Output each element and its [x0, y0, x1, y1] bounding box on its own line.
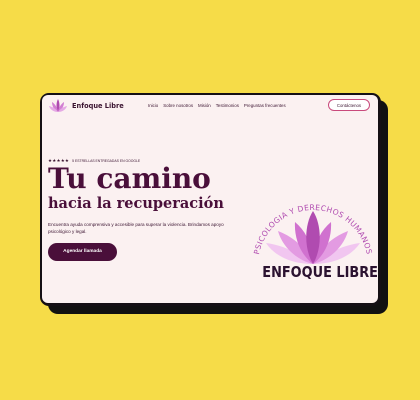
brand[interactable]: Enfoque Libre [49, 98, 124, 114]
nav-links: Inicio Sobre nosotros Misión Testimonios… [148, 103, 286, 108]
top-navbar: Enfoque Libre Inicio Sobre nosotros Misi… [42, 95, 378, 117]
logo-title: ENFOQUE LIBRE [262, 263, 378, 281]
brand-name: Enfoque Libre [72, 102, 124, 110]
nav-link-mision[interactable]: Misión [198, 103, 211, 108]
website-screen: Enfoque Libre Inicio Sobre nosotros Misi… [42, 95, 378, 303]
hero-description: Encuentra ayuda comprensiva y accesible … [48, 222, 224, 234]
contact-button[interactable]: Contáctenos [328, 99, 370, 111]
schedule-call-button[interactable]: Agendar llamada [48, 243, 117, 261]
nav-link-testimonios[interactable]: Testimonios [216, 103, 239, 108]
lotus-logo-icon [49, 99, 67, 112]
nav-link-preguntas-frecuentes[interactable]: Preguntas frecuentes [244, 103, 286, 108]
hero-subtitle: hacia la recuperación [48, 195, 224, 212]
nav-link-inicio[interactable]: Inicio [148, 103, 158, 108]
nav-link-sobre-nosotros[interactable]: Sobre nosotros [163, 103, 193, 108]
hero-title: Tu camino [48, 162, 211, 195]
